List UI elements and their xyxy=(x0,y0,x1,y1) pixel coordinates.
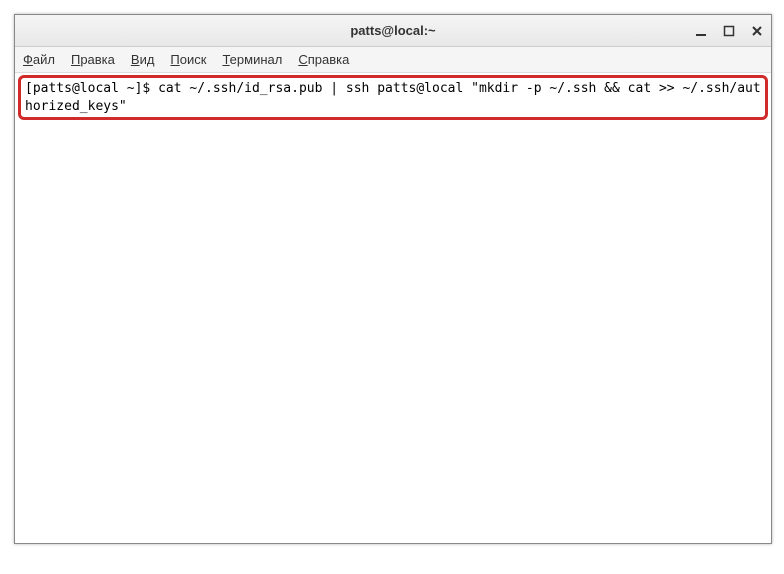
terminal-body[interactable]: [patts@local ~]$ cat ~/.ssh/id_rsa.pub |… xyxy=(15,73,771,543)
window-controls xyxy=(693,15,765,46)
titlebar: patts@local:~ xyxy=(15,15,771,47)
highlight-annotation: [patts@local ~]$ cat ~/.ssh/id_rsa.pub |… xyxy=(18,75,768,120)
close-button[interactable] xyxy=(749,23,765,39)
terminal-window: patts@local:~ Файл Правка Вид Поиск Терм… xyxy=(14,14,772,544)
shell-prompt: [patts@local ~]$ xyxy=(25,81,158,96)
menu-help[interactable]: Справка xyxy=(298,52,349,67)
menu-terminal[interactable]: Терминал xyxy=(222,52,282,67)
menu-file[interactable]: Файл xyxy=(23,52,55,67)
minimize-button[interactable] xyxy=(693,23,709,39)
menu-view[interactable]: Вид xyxy=(131,52,155,67)
window-title: patts@local:~ xyxy=(350,23,435,38)
menubar: Файл Правка Вид Поиск Терминал Справка xyxy=(15,47,771,73)
maximize-button[interactable] xyxy=(721,23,737,39)
menu-search[interactable]: Поиск xyxy=(170,52,206,67)
command-line: [patts@local ~]$ cat ~/.ssh/id_rsa.pub |… xyxy=(25,80,761,115)
menu-edit[interactable]: Правка xyxy=(71,52,115,67)
